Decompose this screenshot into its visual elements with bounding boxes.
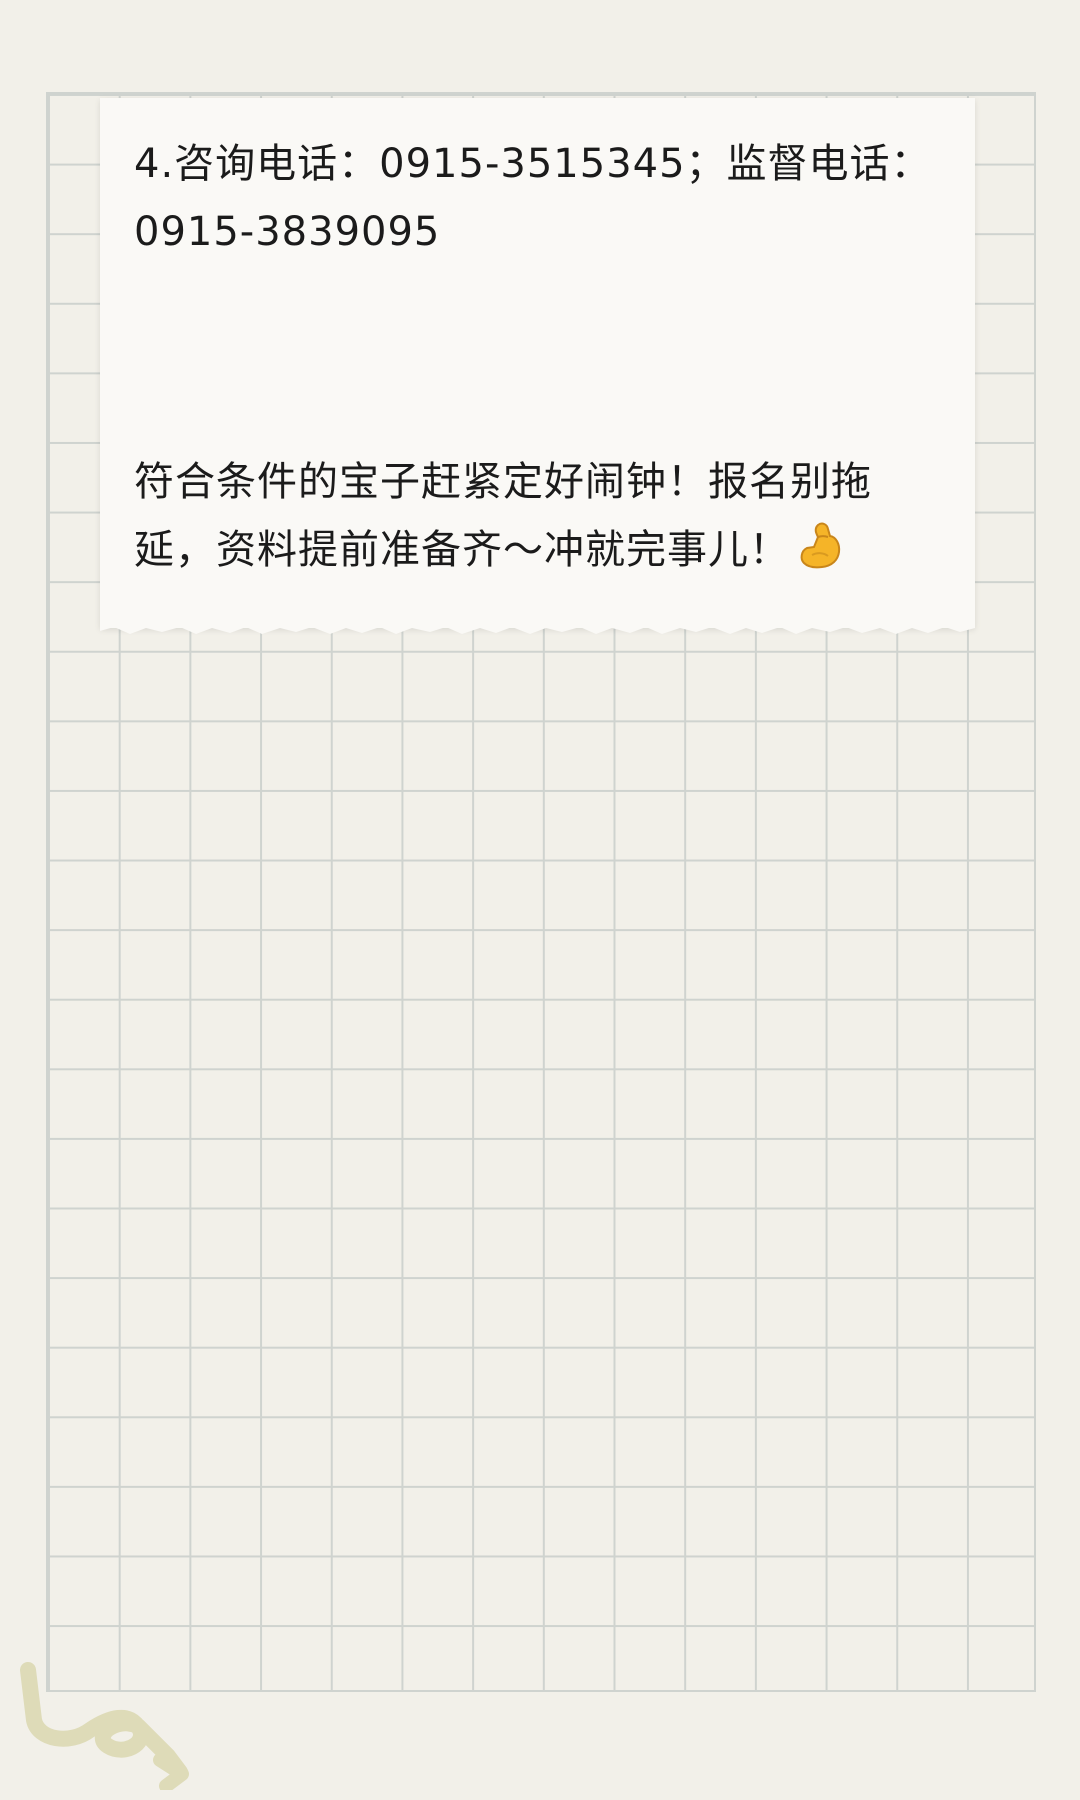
decorative-arrow-doodle	[20, 1662, 189, 1790]
note-card: 4.咨询电话：0915-3515345；监督电话：0915-3839095 符合…	[100, 98, 975, 634]
flexed-biceps-icon	[800, 522, 841, 569]
contact-info-text: 4.咨询电话：0915-3515345；监督电话：0915-3839095	[134, 141, 932, 255]
reminder-paragraph: 符合条件的宝子赶紧定好闹钟！报名别拖延，资料提前准备齐～冲就完事儿！	[134, 448, 949, 584]
reminder-text: 符合条件的宝子赶紧定好闹钟！报名别拖延，资料提前准备齐～冲就完事儿！	[134, 459, 872, 573]
torn-paper-edge	[100, 622, 975, 634]
